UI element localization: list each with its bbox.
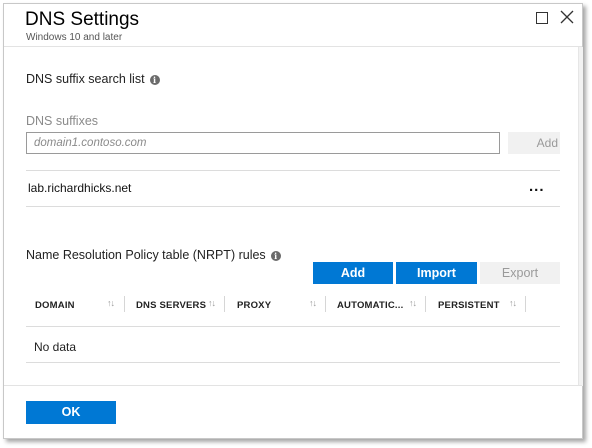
maximize-icon[interactable] bbox=[534, 10, 550, 26]
column-header-automatic[interactable]: AUTOMATIC... bbox=[337, 300, 403, 311]
header-divider bbox=[4, 46, 582, 47]
column-header-domain[interactable]: DOMAIN bbox=[35, 300, 75, 311]
sort-arrows-icon[interactable]: ↑↓ bbox=[309, 298, 317, 308]
add-suffix-button[interactable]: Add bbox=[508, 132, 560, 154]
nrpt-heading-text: Name Resolution Policy table (NRPT) rule… bbox=[26, 248, 266, 262]
dns-suffixes-label: DNS suffixes bbox=[26, 114, 99, 128]
empty-table-text: No data bbox=[34, 340, 77, 354]
list-item[interactable]: lab.richardhicks.net ... bbox=[26, 170, 560, 206]
column-header-dns-servers[interactable]: DNS SERVERS bbox=[136, 300, 206, 311]
footer-divider bbox=[4, 385, 582, 386]
suffix-item-label: lab.richardhicks.net bbox=[28, 181, 132, 195]
column-header-persistent[interactable]: PERSISTENT bbox=[438, 300, 500, 311]
column-separator bbox=[525, 296, 526, 312]
column-separator bbox=[224, 296, 225, 312]
dns-settings-dialog: DNS Settings Windows 10 and later DNS su… bbox=[3, 3, 583, 439]
column-separator bbox=[425, 296, 426, 312]
list-divider-bottom bbox=[26, 206, 560, 207]
add-rule-button[interactable]: Add bbox=[313, 262, 393, 284]
dialog-title: DNS Settings bbox=[25, 9, 140, 30]
more-options-icon[interactable]: ... bbox=[529, 178, 545, 195]
sort-arrows-icon[interactable]: ↑↓ bbox=[107, 298, 115, 308]
info-icon[interactable]: i bbox=[270, 250, 281, 261]
export-button[interactable]: Export bbox=[480, 262, 560, 284]
suffix-heading-text: DNS suffix search list bbox=[26, 72, 145, 86]
table-header-divider bbox=[26, 326, 560, 327]
column-separator bbox=[325, 296, 326, 312]
import-button[interactable]: Import bbox=[396, 262, 477, 284]
dialog-subtitle: Windows 10 and later bbox=[26, 32, 123, 43]
sort-arrows-icon[interactable]: ↑↓ bbox=[208, 298, 216, 308]
vertical-scrollbar[interactable] bbox=[578, 47, 583, 386]
column-header-proxy[interactable]: PROXY bbox=[237, 300, 271, 311]
suffix-section-heading: DNS suffix search list i bbox=[26, 72, 160, 86]
close-icon[interactable] bbox=[560, 10, 576, 26]
sort-arrows-icon[interactable]: ↑↓ bbox=[409, 298, 417, 308]
ok-button[interactable]: OK bbox=[26, 401, 116, 424]
table-bottom-divider bbox=[26, 362, 560, 363]
nrpt-section-heading: Name Resolution Policy table (NRPT) rule… bbox=[26, 248, 281, 262]
column-separator bbox=[124, 296, 125, 312]
dns-suffix-input[interactable] bbox=[26, 132, 500, 154]
sort-arrows-icon[interactable]: ↑↓ bbox=[509, 298, 517, 308]
info-icon[interactable]: i bbox=[149, 74, 160, 85]
